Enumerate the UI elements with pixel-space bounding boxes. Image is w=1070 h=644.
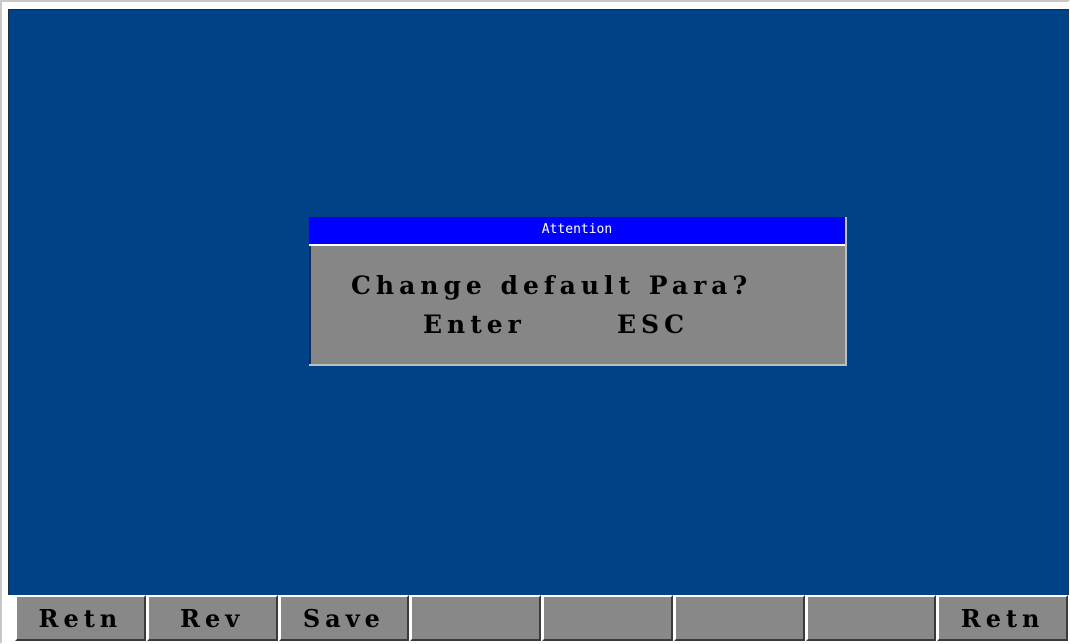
dialog-title: Attention — [309, 217, 845, 246]
esc-option[interactable]: ESC — [617, 310, 689, 339]
enter-option[interactable]: Enter — [423, 310, 526, 339]
fkey-2-rev-button[interactable]: Rev — [146, 595, 278, 641]
fkey-4-button[interactable] — [410, 595, 541, 641]
screen: Attention Change default Para? Enter ESC… — [0, 0, 1070, 644]
fkey-7-button[interactable] — [805, 595, 937, 641]
fkey-6-button[interactable] — [673, 595, 805, 641]
fkey-5-button[interactable] — [542, 595, 673, 641]
function-key-bar: Retn Rev Save Retn — [15, 595, 1068, 642]
attention-dialog: Attention Change default Para? Enter ESC — [309, 217, 847, 366]
dialog-message: Change default Para? — [351, 271, 753, 300]
fkey-1-retn-button[interactable]: Retn — [15, 595, 146, 641]
fkey-8-retn-button[interactable]: Retn — [937, 595, 1068, 641]
dialog-body: Change default Para? Enter ESC — [309, 246, 845, 364]
fkey-3-save-button[interactable]: Save — [278, 595, 410, 641]
workspace: Attention Change default Para? Enter ESC — [8, 9, 1069, 595]
